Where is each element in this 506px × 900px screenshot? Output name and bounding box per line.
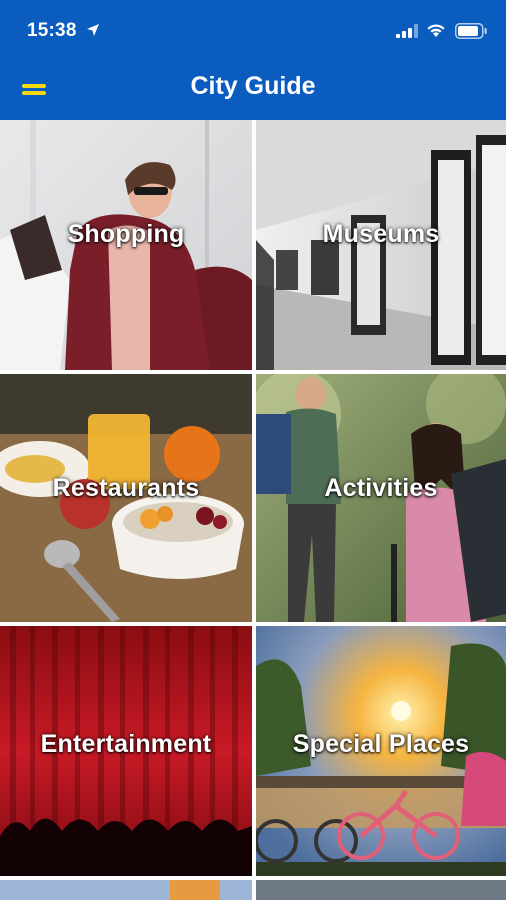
- cellular-signal-icon: [396, 24, 418, 38]
- page-title: City Guide: [190, 72, 316, 100]
- category-tile-entertainment[interactable]: Entertainment: [0, 626, 252, 876]
- wifi-icon: [427, 24, 445, 37]
- app-header: 15:38 City Guide: [0, 0, 506, 120]
- category-grid: Shopping Museums Restaurants Activities …: [0, 120, 506, 900]
- category-label: Activities: [324, 474, 438, 502]
- category-tile-special-places[interactable]: Special Places: [256, 626, 506, 876]
- category-tile-restaurants[interactable]: Restaurants: [0, 374, 252, 622]
- category-label: Restaurants: [52, 474, 200, 502]
- category-tile-shopping[interactable]: Shopping: [0, 120, 252, 370]
- status-time: 15:38: [27, 20, 77, 41]
- category-tile-partial-right[interactable]: [256, 880, 506, 900]
- status-bar: 15:38: [0, 0, 506, 62]
- category-label: Special Places: [292, 730, 470, 758]
- location-arrow-icon: [87, 24, 99, 36]
- battery-icon: [455, 23, 487, 39]
- category-tile-partial-left[interactable]: [0, 880, 252, 900]
- category-label: Shopping: [67, 220, 185, 248]
- category-tile-activities[interactable]: Activities: [256, 374, 506, 622]
- category-tile-museums[interactable]: Museums: [256, 120, 506, 370]
- category-label: Entertainment: [40, 730, 212, 758]
- category-label: Museums: [322, 220, 440, 248]
